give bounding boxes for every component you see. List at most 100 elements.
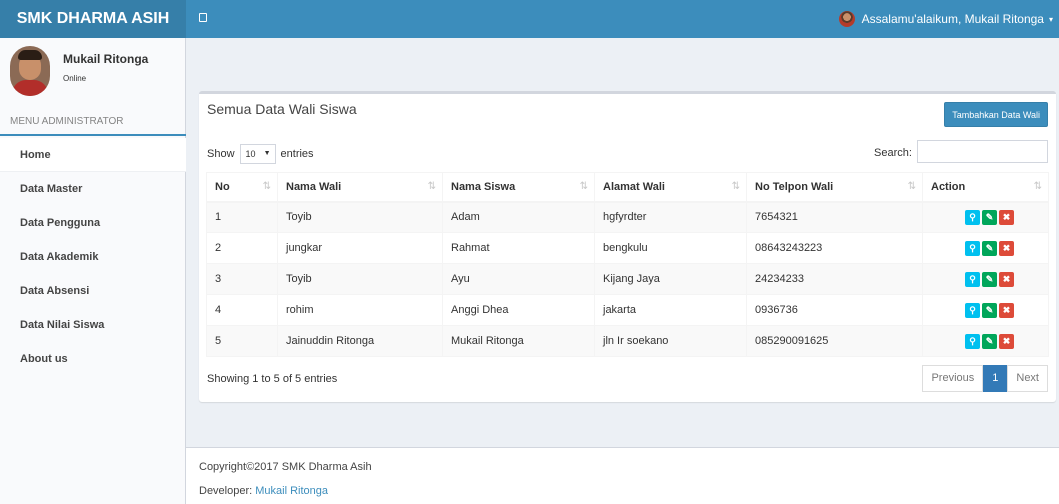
delete-icon[interactable]: ✖ xyxy=(999,209,1014,225)
cell-nama-wali: Jainuddin Ritonga xyxy=(277,325,443,357)
table-header-row: No ⇅ Nama Wali ⇅ Nama Siswa ⇅ Alamat Wali ⇅ … xyxy=(206,172,1049,203)
brand-logo[interactable]: SMK DHARMA ASIH xyxy=(0,0,186,38)
footer-copyright: Copyright©2017 SMK Dharma Asih xyxy=(199,461,372,473)
sort-icon: ⇅ xyxy=(1033,181,1042,192)
cell-no: 2 xyxy=(206,232,278,264)
box-title: Semua Data Wali Siswa xyxy=(207,101,357,117)
delete-icon[interactable]: ✖ xyxy=(999,240,1014,256)
user-status: Online xyxy=(63,74,87,83)
delete-icon[interactable]: ✖ xyxy=(999,302,1014,318)
search-icon[interactable]: ⚲ xyxy=(965,302,980,318)
cell-nama-siswa: Ayu xyxy=(442,263,595,295)
footer-developer: Developer: Mukail Ritonga xyxy=(199,485,328,497)
user-avatar-small xyxy=(838,11,855,27)
cell-nama-wali: jungkar xyxy=(277,232,443,264)
search-label: Search: xyxy=(874,147,912,159)
cell-nama-wali: Toyib xyxy=(277,201,443,233)
table-row: 1 Toyib Adam hgfyrdter 7654321 ⚲ ✎ ✖ xyxy=(206,201,1049,233)
cell-alamat: hgfyrdter xyxy=(594,201,747,233)
cell-alamat: jln Ir soekano xyxy=(594,325,747,357)
edit-icon[interactable]: ✎ xyxy=(982,333,997,349)
table-row: 4 rohim Anggi Dhea jakarta 0936736 ⚲ ✎ ✖ xyxy=(206,294,1049,326)
user-name: Mukail Ritonga xyxy=(63,52,149,66)
cell-alamat: bengkulu xyxy=(594,232,747,264)
search-icon[interactable]: ⚲ xyxy=(965,240,980,256)
cell-action: ⚲ ✎ ✖ xyxy=(922,294,1049,326)
pagination-next[interactable]: Next xyxy=(1007,365,1048,392)
pagination-page-1[interactable]: 1 xyxy=(983,365,1008,392)
table-info: Showing 1 to 5 of 5 entries xyxy=(207,373,338,385)
user-menu[interactable]: Assalamu'alaikum, Mukail Ritonga ▾ xyxy=(838,0,1053,38)
column-header-no-telpon[interactable]: No Telpon Wali ⇅ xyxy=(746,172,923,203)
sidebar-item-about-us[interactable]: About us xyxy=(0,342,186,376)
search-icon[interactable]: ⚲ xyxy=(965,271,980,287)
developer-label: Developer: xyxy=(199,485,253,497)
data-box: Semua Data Wali Siswa Tambahkan Data Wal… xyxy=(199,91,1056,402)
cell-nama-siswa: Mukail Ritonga xyxy=(442,325,595,357)
delete-icon[interactable]: ✖ xyxy=(999,333,1014,349)
user-greeting: Assalamu'alaikum, Mukail Ritonga xyxy=(861,12,1044,26)
cell-telpon: 24234233 xyxy=(746,263,923,295)
cell-nama-siswa: Adam xyxy=(442,201,595,233)
cell-no: 5 xyxy=(206,325,278,357)
sidebar-item-data-master[interactable]: Data Master xyxy=(0,172,186,206)
page-length-control: Show 10 ▼ entries xyxy=(207,144,314,164)
page-length-value: 10 xyxy=(245,149,256,159)
search-icon[interactable]: ⚲ xyxy=(965,333,980,349)
wali-table: No ⇅ Nama Wali ⇅ Nama Siswa ⇅ Alamat Wali ⇅ … xyxy=(206,172,1049,357)
avatar xyxy=(10,46,50,96)
sort-asc-icon: ⇅ xyxy=(262,181,271,192)
sidebar-item-data-pengguna[interactable]: Data Pengguna xyxy=(0,206,186,240)
cell-no: 4 xyxy=(206,294,278,326)
cell-action: ⚲ ✎ ✖ xyxy=(922,201,1049,233)
pagination: Previous 1 Next xyxy=(922,365,1048,392)
table-row: 5 Jainuddin Ritonga Mukail Ritonga jln I… xyxy=(206,325,1049,357)
cell-no: 1 xyxy=(206,201,278,233)
sidebar: Mukail Ritonga Online MENU ADMINISTRATOR… xyxy=(0,38,186,504)
column-header-no[interactable]: No ⇅ xyxy=(206,172,278,203)
cell-action: ⚲ ✎ ✖ xyxy=(922,232,1049,264)
cell-telpon: 0936736 xyxy=(746,294,923,326)
pagination-previous[interactable]: Previous xyxy=(922,365,984,392)
cell-action: ⚲ ✎ ✖ xyxy=(922,325,1049,357)
sidebar-menu: Home Data Master Data Pengguna Data Akad… xyxy=(0,138,186,376)
chevron-down-icon: ▼ xyxy=(263,150,271,157)
cell-nama-wali: rohim xyxy=(277,294,443,326)
edit-icon[interactable]: ✎ xyxy=(982,302,997,318)
add-wali-button[interactable]: Tambahkan Data Wali xyxy=(944,102,1048,127)
column-header-action[interactable]: Action ⇅ xyxy=(922,172,1049,203)
show-label: Show xyxy=(207,148,235,160)
table-row: 3 Toyib Ayu Kijang Jaya 24234233 ⚲ ✎ ✖ xyxy=(206,263,1049,295)
developer-link[interactable]: Mukail Ritonga xyxy=(255,485,328,497)
footer: Copyright©2017 SMK Dharma Asih Developer… xyxy=(186,447,1059,504)
page-length-select[interactable]: 10 ▼ xyxy=(239,144,276,164)
cell-telpon: 7654321 xyxy=(746,201,923,233)
cell-nama-wali: Toyib xyxy=(277,263,443,295)
sidebar-item-data-akademik[interactable]: Data Akademik xyxy=(0,240,186,274)
chevron-down-icon: ▾ xyxy=(1048,14,1053,24)
sort-icon: ⇅ xyxy=(731,181,740,192)
column-header-nama-siswa[interactable]: Nama Siswa ⇅ xyxy=(442,172,595,203)
sidebar-item-data-absensi[interactable]: Data Absensi xyxy=(0,274,186,308)
sidebar-item-data-nilai-siswa[interactable]: Data Nilai Siswa xyxy=(0,308,186,342)
delete-icon[interactable]: ✖ xyxy=(999,271,1014,287)
sidebar-item-home[interactable]: Home xyxy=(0,138,186,172)
cell-no: 3 xyxy=(206,263,278,295)
edit-icon[interactable]: ✎ xyxy=(982,271,997,287)
edit-icon[interactable]: ✎ xyxy=(982,240,997,256)
sidebar-toggle-icon[interactable] xyxy=(199,13,207,22)
cell-action: ⚲ ✎ ✖ xyxy=(922,263,1049,295)
column-header-nama-wali[interactable]: Nama Wali ⇅ xyxy=(277,172,443,203)
cell-telpon: 085290091625 xyxy=(746,325,923,357)
edit-icon[interactable]: ✎ xyxy=(982,209,997,225)
column-header-alamat-wali[interactable]: Alamat Wali ⇅ xyxy=(594,172,747,203)
cell-alamat: Kijang Jaya xyxy=(594,263,747,295)
cell-nama-siswa: Anggi Dhea xyxy=(442,294,595,326)
sort-icon: ⇅ xyxy=(579,181,588,192)
top-navbar: SMK DHARMA ASIH Assalamu'alaikum, Mukail… xyxy=(0,0,1059,38)
sort-icon: ⇅ xyxy=(907,181,916,192)
search-input[interactable] xyxy=(917,140,1048,163)
table-row: 2 jungkar Rahmat bengkulu 08643243223 ⚲ ✎… xyxy=(206,232,1049,264)
search-icon[interactable]: ⚲ xyxy=(965,209,980,225)
entries-label: entries xyxy=(280,148,314,160)
